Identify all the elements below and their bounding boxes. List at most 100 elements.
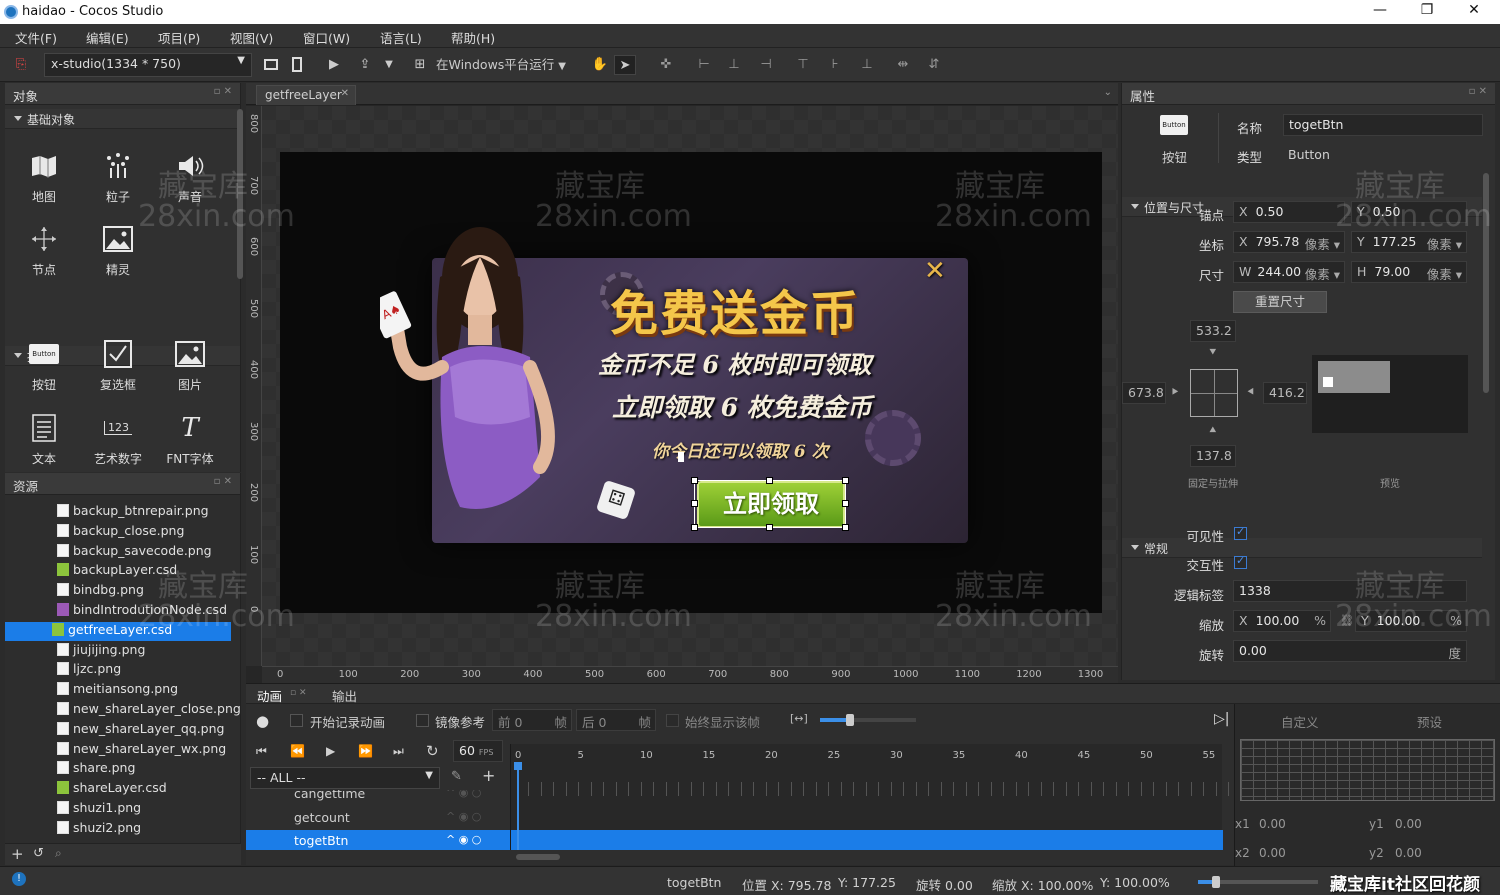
anchor-y-input[interactable]: Y 0.50 (1351, 201, 1467, 223)
always-show-checkbox[interactable] (666, 714, 679, 727)
name-input[interactable]: togetBtn (1283, 114, 1483, 136)
tab-getfreelayer[interactable]: getfreeLayer ✕ (256, 85, 356, 105)
tab-close-icon[interactable]: ✕ (341, 88, 349, 99)
close-icon[interactable]: ✕ (1459, 2, 1489, 18)
add-track-icon[interactable]: + (482, 766, 495, 785)
visible-checkbox[interactable] (1234, 525, 1247, 540)
first-frame-icon[interactable]: ⏮ (256, 744, 267, 759)
run-target-select[interactable]: 在Windows平台运行 ▼ (436, 55, 576, 75)
play-icon[interactable]: ▶ (326, 744, 335, 758)
resize-handle[interactable] (842, 524, 849, 531)
upload-icon[interactable]: ⇪ (355, 55, 375, 75)
align-bottom-icon[interactable]: ⊥ (857, 55, 877, 75)
rotation-input[interactable]: 0.00 度 (1233, 640, 1467, 662)
publish-icon[interactable]: ⎘ (10, 55, 32, 75)
next-frame-icon[interactable]: ⏩ (358, 744, 373, 758)
track-controls-icons[interactable]: ^ ◉ ○ (446, 790, 481, 799)
objects-scrollbar[interactable] (237, 109, 243, 279)
resource-item[interactable]: backupLayer.csd (57, 562, 237, 581)
tab-animation[interactable]: 动画 (257, 686, 282, 705)
y1-value[interactable]: 0.00 (1395, 817, 1422, 831)
resource-item[interactable]: backup_savecode.png (57, 543, 237, 562)
properties-scrollbar[interactable] (1483, 173, 1489, 393)
margin-bottom-input[interactable]: 137.8 (1190, 445, 1236, 467)
position-y-input[interactable]: Y 177.25 像素 ▾ (1351, 231, 1467, 253)
resource-item[interactable]: bindIntrodutionNode.csd (57, 602, 237, 621)
minimize-icon[interactable]: — (1365, 2, 1395, 18)
interactive-checkbox[interactable] (1234, 554, 1247, 569)
resource-item[interactable]: shuzi2.png (57, 820, 237, 839)
distribute-h-icon[interactable]: ⇹ (893, 55, 913, 75)
size-h-input[interactable]: H 79.00 像素 ▾ (1351, 261, 1467, 283)
timeline-h-scrollbar[interactable] (516, 854, 560, 860)
resource-item[interactable]: ljzc.png (57, 661, 237, 680)
tag-input[interactable]: 1338 (1233, 580, 1467, 602)
refresh-icon[interactable]: ↺ (33, 846, 44, 861)
fps-input[interactable]: 60 FPS (453, 740, 503, 762)
track-controls-icons[interactable]: ^ ◉ ○ (446, 833, 481, 846)
loop-icon[interactable]: ↻ (426, 742, 439, 760)
track-item-selected[interactable]: togetBtn ^ ◉ ○ (246, 830, 510, 850)
resource-item[interactable]: jiujijing.png (57, 642, 237, 661)
portrait-icon[interactable] (288, 55, 306, 75)
menu-file[interactable]: 文件(F) (15, 28, 57, 47)
landscape-icon[interactable] (262, 55, 280, 75)
menu-view[interactable]: 视图(V) (230, 28, 273, 47)
scale-x-input[interactable]: X 100.00% (1233, 610, 1331, 632)
playhead[interactable] (517, 762, 519, 850)
basic-section-header[interactable]: 基础对象 (5, 109, 240, 129)
resource-item[interactable]: bindbg.png (57, 582, 237, 601)
track-filter-select[interactable]: -- ALL -- ▼ (250, 767, 440, 789)
edit-track-icon[interactable]: ✎ (451, 769, 462, 784)
control-image[interactable]: 图片 (155, 337, 225, 393)
resize-handle[interactable] (691, 500, 698, 507)
scale-y-input[interactable]: Y 100.00% (1355, 610, 1467, 632)
tab-output[interactable]: 输出 (332, 686, 357, 705)
pin-top-icon[interactable]: ⯆ (1208, 345, 1218, 360)
margin-left-input[interactable]: 673.8 (1122, 382, 1166, 404)
record-checkbox[interactable] (290, 714, 303, 727)
timeline[interactable]: 0 5 10 15 20 25 30 35 40 45 50 55 (510, 744, 1229, 850)
x1-value[interactable]: 0.00 (1259, 817, 1286, 831)
hand-icon[interactable]: ✋ (590, 55, 610, 75)
resize-handle[interactable] (842, 500, 849, 507)
pin-right-icon[interactable]: ⯇ (1246, 385, 1256, 400)
panel-float-close-icon[interactable]: ▫ ✕ (290, 688, 307, 698)
stretch-widget[interactable] (1190, 369, 1238, 417)
resource-item[interactable]: new_shareLayer_close.png (57, 701, 241, 720)
tabs-dropdown-icon[interactable]: ⌄ (1104, 87, 1112, 98)
link-scale-icon[interactable]: ⛓ (1340, 614, 1354, 627)
x2-value[interactable]: 0.00 (1259, 846, 1286, 860)
resource-item[interactable]: shuzi1.png (57, 800, 237, 819)
playhead-handle[interactable] (514, 762, 522, 770)
resize-handle[interactable] (691, 524, 698, 531)
align-left-icon[interactable]: ⊢ (694, 55, 714, 75)
reset-size-button[interactable]: 重置尺寸 (1233, 291, 1327, 313)
tab-preset[interactable]: 预设 (1417, 712, 1442, 731)
resource-item[interactable]: shareLayer.csd (57, 780, 237, 799)
object-sprite[interactable]: 精灵 (83, 222, 153, 278)
mirror-checkbox[interactable] (416, 714, 429, 727)
align-vcenter-icon[interactable]: ⊦ (825, 55, 845, 75)
object-particle[interactable]: 粒子 (83, 149, 153, 205)
align-top-icon[interactable]: ⊤ (793, 55, 813, 75)
resource-item[interactable]: new_shareLayer_qq.png (57, 721, 237, 740)
upload-dropdown-icon[interactable]: ▼ (382, 55, 396, 75)
object-node[interactable]: 节点 (9, 222, 79, 278)
margin-right-input[interactable]: 416.2 (1263, 382, 1307, 404)
popup-close-button[interactable]: ✕ (924, 256, 946, 286)
collapse-right-icon[interactable]: ▷| (1214, 711, 1229, 727)
play-icon[interactable]: ▶ (325, 55, 343, 75)
panel-float-close-icon[interactable]: ▫ ✕ (214, 476, 232, 487)
object-sound[interactable]: 声音 (155, 149, 225, 205)
frames-after-input[interactable]: 后 0 帧 (576, 709, 656, 731)
align-hcenter-icon[interactable]: ⊥ (724, 55, 744, 75)
track-controls-icons[interactable]: ^ ◉ ○ (446, 810, 481, 823)
curve-grid[interactable] (1240, 739, 1495, 801)
resource-item[interactable]: meitiansong.png (57, 681, 237, 700)
pin-left-icon[interactable]: ⯈ (1170, 385, 1180, 400)
search-icon[interactable]: ⌕ (55, 846, 62, 861)
info-icon[interactable]: ! (12, 872, 26, 886)
track-item[interactable]: getcount (294, 810, 350, 825)
align-right-icon[interactable]: ⊣ (756, 55, 776, 75)
